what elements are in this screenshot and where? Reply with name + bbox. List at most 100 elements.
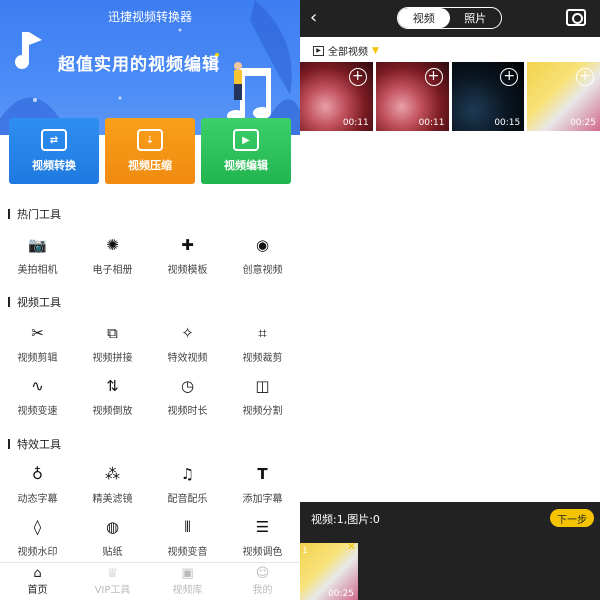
tool-label: 贴纸 <box>102 547 123 558</box>
nav-home[interactable]: ⌂ 首页 <box>0 563 75 600</box>
tool-electronic-album[interactable]: ✺ 电子相册 <box>75 235 150 276</box>
video-tools-grid: ✂ 视频剪辑 ⧉ 视频拼接 ✧ 特效视频 ⌗ 视频裁剪 ∿ 视频变速 ⇅ 视频倒… <box>0 323 300 417</box>
home-icon: ⌂ <box>33 566 42 581</box>
nav-label: VIP工具 <box>94 585 131 596</box>
video-duration: 00:11 <box>342 118 369 128</box>
nav-label: 视频库 <box>172 585 203 596</box>
section-title-text: 特效工具 <box>17 438 61 451</box>
video-thumbnail[interactable]: + 00:15 <box>451 62 525 131</box>
crown-icon: ♕ <box>106 566 119 581</box>
remove-close-icon[interactable]: ✕ <box>347 540 356 553</box>
video-compress-card[interactable]: ⇣ 视频压缩 <box>105 118 195 184</box>
clock-icon: ◷ <box>180 377 195 395</box>
album-selector[interactable]: ▶ 全部视频 ▼ <box>313 43 379 58</box>
add-plus-icon[interactable]: + <box>576 68 594 86</box>
tool-voice-change[interactable]: ⦀ 视频变音 <box>150 517 225 558</box>
tool-dub-music[interactable]: ♫ 配音配乐 <box>150 464 225 505</box>
video-duration: 00:15 <box>494 118 521 128</box>
voice-wave-icon: ⦀ <box>184 518 191 536</box>
tool-label: 特效视频 <box>167 353 208 364</box>
home-screen: 迅捷视频转换器 超值实用的视频编辑 ⇄ 视频转换 ⇣ 视频压缩 ▶ 视频编辑 热… <box>0 0 300 600</box>
waveform-icon: ∿ <box>31 377 44 395</box>
video-edit-card[interactable]: ▶ 视频编辑 <box>201 118 291 184</box>
tool-creative-video[interactable]: ◉ 创意视频 <box>225 235 300 276</box>
section-bar <box>8 439 10 449</box>
scissors-icon: ✂ <box>31 324 44 342</box>
video-library-icon: ▣ <box>181 566 194 581</box>
banner-slogan: 超值实用的视频编辑 <box>58 55 220 75</box>
back-arrow-icon[interactable]: ‹ <box>310 7 317 28</box>
tool-video-crop[interactable]: ⌗ 视频裁剪 <box>225 323 300 364</box>
sticker-icon: ◍ <box>105 518 120 536</box>
tool-label: 视频分割 <box>242 406 283 417</box>
tool-video-duration[interactable]: ◷ 视频时长 <box>150 376 225 417</box>
camera-icon[interactable] <box>566 9 586 26</box>
video-duration: 00:11 <box>418 118 445 128</box>
promo-banner[interactable]: 迅捷视频转换器 超值实用的视频编辑 <box>0 0 300 135</box>
nav-video-library[interactable]: ▣ 视频库 <box>150 563 225 600</box>
tool-label: 精美滤镜 <box>92 494 133 505</box>
picker-topbar: ‹ 视频 照片 <box>300 0 600 37</box>
video-convert-card[interactable]: ⇄ 视频转换 <box>9 118 99 184</box>
music-note-icon: ♫ <box>180 465 195 483</box>
tool-effect-video[interactable]: ✧ 特效视频 <box>150 323 225 364</box>
tool-beauty-camera[interactable]: 📷 美拍相机 <box>0 235 75 276</box>
add-plus-icon[interactable]: + <box>424 68 443 86</box>
tool-video-template[interactable]: ✚ 视频模板 <box>150 235 225 276</box>
tool-filter[interactable]: ⁂ 精美滤镜 <box>75 464 150 505</box>
tool-sticker[interactable]: ◍ 贴纸 <box>75 517 150 558</box>
selected-index: 1 <box>302 546 308 556</box>
tool-label: 视频裁剪 <box>242 353 283 364</box>
section-bar <box>8 297 10 307</box>
user-icon: ☺ <box>255 566 270 581</box>
tool-label: 视频模板 <box>167 265 208 276</box>
add-plus-icon[interactable]: + <box>348 68 367 86</box>
video-duration: 00:25 <box>570 118 596 128</box>
tool-label: 动态字幕 <box>17 494 58 505</box>
tool-watermark[interactable]: ◊ 视频水印 <box>0 517 75 558</box>
tool-label: 视频变音 <box>167 547 208 558</box>
section-bar <box>8 209 10 219</box>
magic-wand-icon: ✧ <box>181 324 194 342</box>
section-title-video-tools: 视频工具 <box>8 294 61 310</box>
tool-label: 视频拼接 <box>92 353 133 364</box>
nav-mine[interactable]: ☺ 我的 <box>225 563 300 600</box>
media-picker-screen: ‹ 视频 照片 ▶ 全部视频 ▼ + 00:11 + 00:11 + 00:15 <box>300 0 600 600</box>
tool-label: 视频水印 <box>17 547 58 558</box>
video-thumbnail[interactable]: + 00:11 <box>300 62 373 131</box>
tool-label: 添加字幕 <box>242 494 283 505</box>
card-label: 视频转换 <box>32 159 76 172</box>
next-step-button[interactable]: 下一步 <box>550 509 594 527</box>
tool-dynamic-subtitle[interactable]: ♁ 动态字幕 <box>0 464 75 505</box>
tool-video-split[interactable]: ◫ 视频分割 <box>225 376 300 417</box>
crop-icon: ⌗ <box>258 324 267 342</box>
video-thumbnail[interactable]: + 00:25 <box>527 62 600 131</box>
tab-photo[interactable]: 照片 <box>450 8 502 28</box>
puzzle-icon: ✚ <box>181 236 194 254</box>
overlap-squares-icon: ⧉ <box>107 324 118 342</box>
nav-vip-tools[interactable]: ♕ VIP工具 <box>75 563 150 600</box>
section-title-text: 热门工具 <box>17 208 61 221</box>
selected-video-thumbnail[interactable]: 1 ✕ 00:25 <box>300 540 358 600</box>
tool-video-cut[interactable]: ✂ 视频剪辑 <box>0 323 75 364</box>
tab-video[interactable]: 视频 <box>398 8 450 28</box>
video-thumbnail[interactable]: + 00:11 <box>375 62 449 131</box>
tool-label: 视频剪辑 <box>17 353 58 364</box>
card-label: 视频压缩 <box>128 159 172 172</box>
add-plus-icon[interactable]: + <box>500 68 519 86</box>
section-title-effect-tools: 特效工具 <box>8 436 61 452</box>
tool-label: 创意视频 <box>242 265 283 276</box>
chevron-down-icon: ▼ <box>372 45 379 56</box>
video-thumbnail-grid: + 00:11 + 00:11 + 00:15 + 00:25 <box>300 62 600 131</box>
tool-video-speed[interactable]: ∿ 视频变速 <box>0 376 75 417</box>
tool-video-join[interactable]: ⧉ 视频拼接 <box>75 323 150 364</box>
droplet-icon: ◊ <box>33 518 42 536</box>
compress-icon: ⇣ <box>137 129 163 151</box>
split-icon: ◫ <box>255 377 270 395</box>
sliders-icon: ☰ <box>255 518 270 536</box>
tool-add-subtitle[interactable]: T 添加字幕 <box>225 464 300 505</box>
tool-color-grade[interactable]: ☰ 视频调色 <box>225 517 300 558</box>
media-type-toggle: 视频 照片 <box>397 7 502 29</box>
section-title-text: 视频工具 <box>17 296 61 309</box>
tool-video-reverse[interactable]: ⇅ 视频倒放 <box>75 376 150 417</box>
